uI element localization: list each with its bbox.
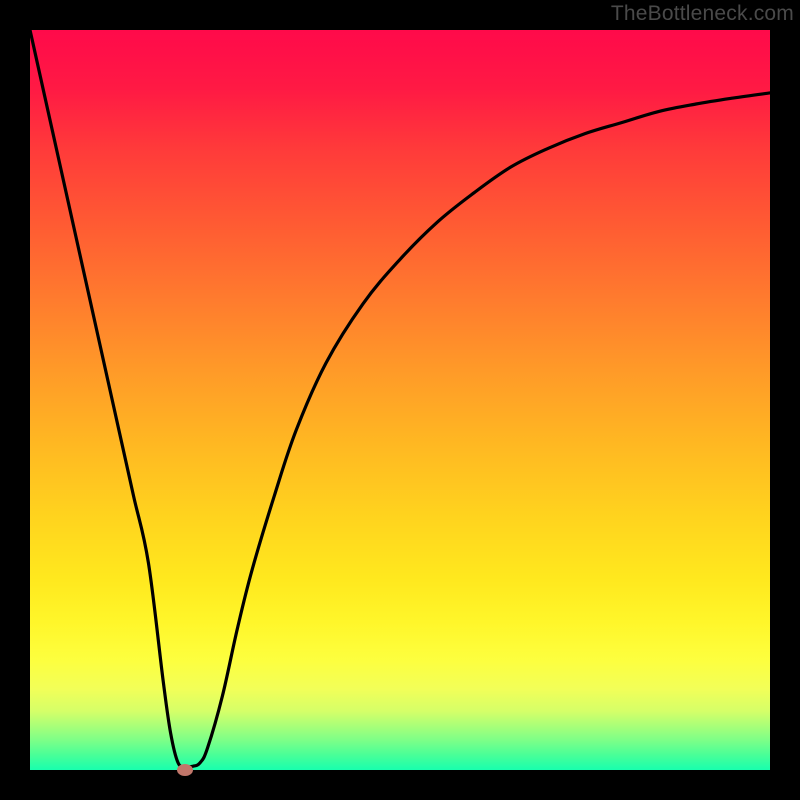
plot-area [30, 30, 770, 770]
chart-frame: TheBottleneck.com [0, 0, 800, 800]
minimum-marker [177, 764, 193, 776]
bottleneck-curve [30, 30, 770, 770]
watermark-text: TheBottleneck.com [611, 2, 794, 26]
